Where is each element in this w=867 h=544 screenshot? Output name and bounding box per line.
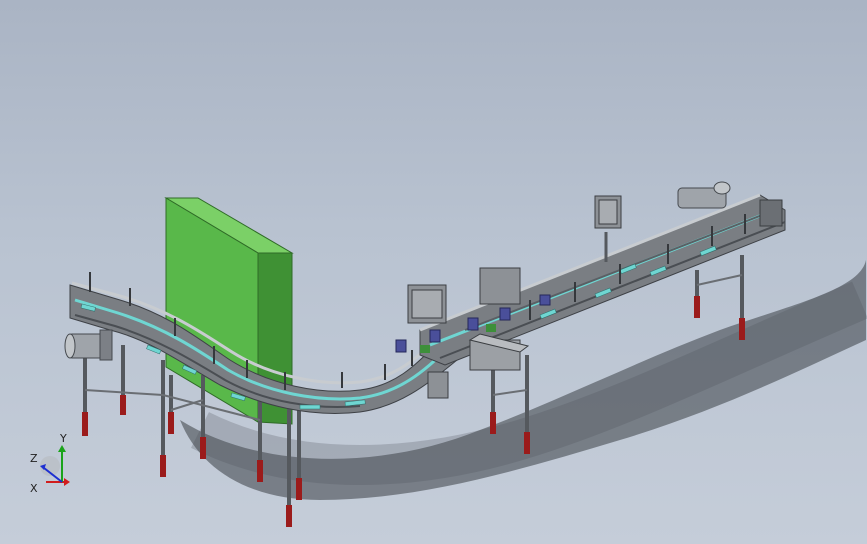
left-drive-motor[interactable] bbox=[64, 329, 113, 361]
triad-z-label: Z bbox=[30, 452, 38, 465]
triad-x-label: X bbox=[30, 482, 38, 495]
cad-model-scene[interactable]: X Y Z bbox=[0, 0, 867, 544]
triad-y-label: Y bbox=[59, 432, 67, 445]
graphics-viewport[interactable]: X Y Z bbox=[0, 0, 867, 544]
coordinate-triad: X Y Z bbox=[30, 432, 70, 495]
